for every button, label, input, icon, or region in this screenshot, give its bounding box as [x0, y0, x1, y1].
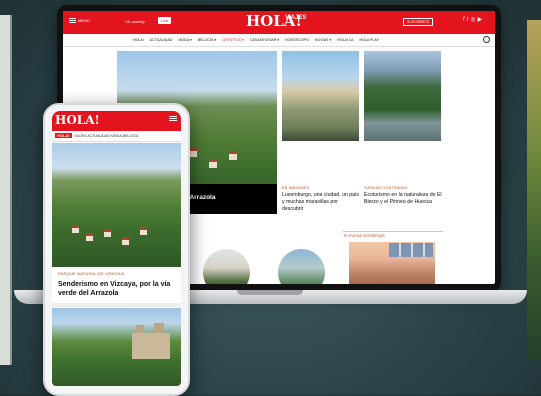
section-title: TE PUEDE INTERESAR	[343, 234, 385, 238]
laptop-nav: HOLA! ACTUALIDAD MODA ▾ BELLEZA ▾ LIFEST…	[63, 34, 495, 47]
phone-header: HOLA!	[52, 111, 181, 131]
house-shape	[104, 229, 111, 237]
live-button[interactable]: Live	[158, 17, 172, 24]
story-circle[interactable]	[203, 249, 250, 284]
nav-item[interactable]: MODA ▾	[178, 38, 191, 42]
article-kicker: EN IMÁGENES	[282, 186, 310, 190]
background-panel-right	[527, 20, 541, 360]
nav-items: VIAJES ACTUALIDAD MODA BELLEZA	[74, 134, 138, 138]
phone-nav: HOLA! VIAJES ACTUALIDAD MODA BELLEZA	[52, 131, 181, 142]
instagram-icon[interactable]: ◎	[470, 17, 477, 23]
subscribe-button[interactable]: SUSCRÍBETE	[403, 18, 434, 26]
article-image-luxembourg[interactable]	[282, 51, 359, 141]
nav-item[interactable]: ACTUALIDAD	[87, 134, 110, 138]
nav-item[interactable]: VIAJES	[74, 134, 86, 138]
nav-item[interactable]: HOLA! LA	[337, 38, 353, 42]
story-circle[interactable]	[278, 249, 325, 284]
article-image-ecotourism[interactable]	[364, 51, 441, 141]
edition-selector[interactable]: UK country	[125, 19, 145, 24]
divider	[343, 231, 443, 232]
site-section-logo: VIAJES	[285, 15, 307, 21]
site-logo[interactable]: HOLA!	[55, 113, 100, 127]
article-kicker: TURISMO SOSTENIBLE	[364, 186, 408, 190]
house-shape	[86, 233, 93, 241]
nav-item[interactable]: CASAS/HOGAR ▾	[250, 38, 279, 42]
nav-item[interactable]: HOLA!	[133, 38, 144, 42]
nav-item[interactable]: BELLEZA ▾	[198, 38, 216, 42]
house-shape	[209, 159, 217, 168]
nav-item[interactable]: ACTUALIDAD	[150, 38, 173, 42]
house-shape	[122, 237, 129, 245]
article-title[interactable]: Luxemburgo, una ciudad, un país y muchas…	[282, 192, 360, 213]
hamburger-icon[interactable]	[169, 118, 177, 119]
phone-webpage: HOLA! HOLA! VIAJES ACTUALIDAD MODA BELLE…	[52, 111, 181, 386]
nav-item[interactable]: MODA	[111, 134, 122, 138]
divider	[52, 303, 181, 307]
search-icon[interactable]	[483, 36, 490, 43]
article-title[interactable]: Senderismo en Vizcaya, por la vía verde …	[58, 280, 176, 298]
article-image[interactable]	[52, 143, 181, 267]
house-shape	[229, 151, 237, 160]
house-shape	[140, 227, 147, 235]
nav-items: HOLA! ACTUALIDAD MODA ▾ BELLEZA ▾ LIFEST…	[133, 38, 384, 42]
article-title[interactable]: Ecoturismo en la naturaleza de El Bierzo…	[364, 192, 442, 206]
nav-item[interactable]: BELLEZA	[123, 134, 139, 138]
laptop-notch	[237, 290, 303, 295]
menu-button[interactable]: MENÚ	[69, 18, 90, 23]
nav-item[interactable]: LIFESTYLE ▾	[222, 38, 244, 42]
nav-item[interactable]: HORÓSCOPO	[285, 38, 309, 42]
recommended-thumbnails	[389, 243, 433, 257]
background-panel-left	[0, 15, 12, 365]
nav-item[interactable]: HOLA PLAY	[359, 38, 379, 42]
social-icons: ft◎▶	[463, 16, 484, 23]
house-shape	[72, 225, 79, 233]
youtube-icon[interactable]: ▶	[478, 17, 485, 23]
phone-device: HOLA! HOLA! VIAJES ACTUALIDAD MODA BELLE…	[43, 103, 190, 396]
nav-item[interactable]: NOVIAS ▾	[315, 38, 331, 42]
laptop-header: MENÚ UK country Live HOLA! VIAJES SUSCRÍ…	[63, 11, 495, 34]
nav-logo[interactable]: HOLA!	[55, 133, 72, 138]
hamburger-icon	[69, 20, 76, 22]
house-shape	[189, 148, 197, 157]
article-kicker: PARQUE NATURAL DE URKIOLA	[58, 271, 125, 276]
castle-shape	[132, 323, 170, 359]
